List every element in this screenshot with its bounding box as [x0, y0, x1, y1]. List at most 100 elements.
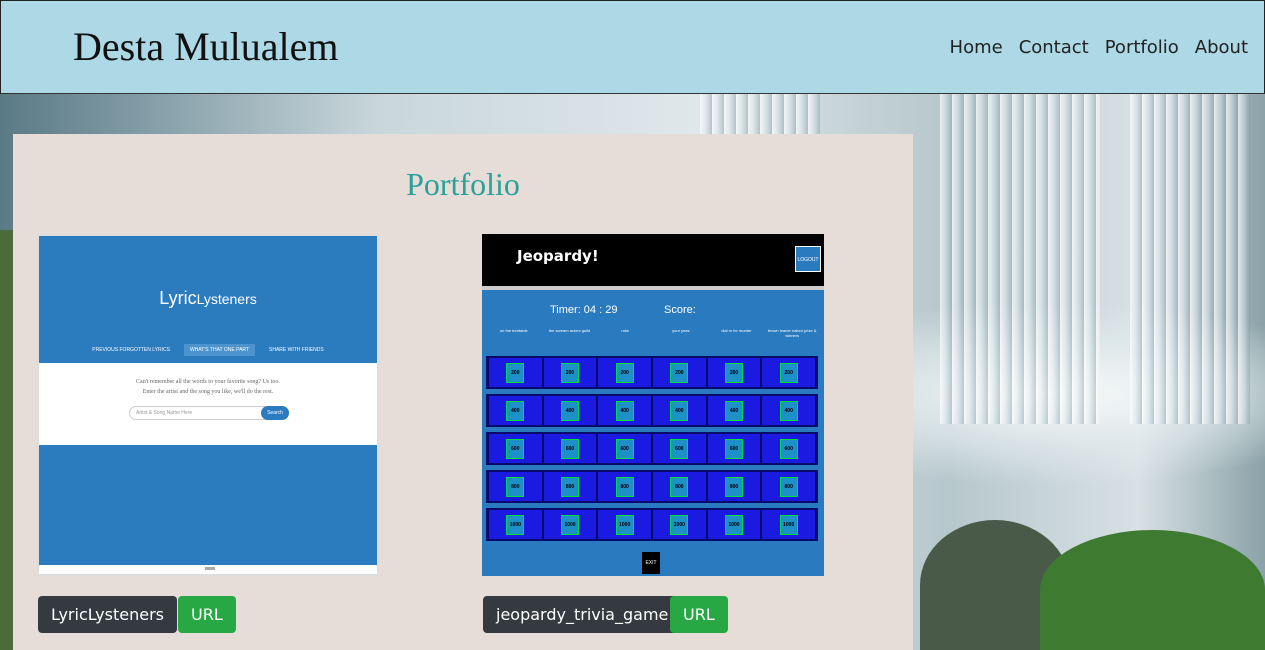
thumb-header: LyricLysteners PREVIOUS FORGOTTEN LYRICS… — [39, 236, 377, 363]
thumb-categories: on the turntable the scream actors guild… — [486, 328, 820, 338]
jeopardy-cell: 800 — [707, 472, 761, 501]
category-label: brown leaner naked prize & winners — [767, 328, 817, 338]
jeopardy-row: 1000 1000 1000 1000 1000 1000 — [486, 508, 818, 541]
portfolio-title: Portfolio — [406, 166, 520, 202]
jeopardy-value: 200 — [561, 362, 579, 383]
jeopardy-cell: 200 — [543, 358, 597, 387]
jeopardy-cell: 200 — [762, 358, 816, 387]
jeopardy-cell: 200 — [489, 358, 542, 387]
jeopardy-cell: 800 — [762, 472, 816, 501]
project-lyriclysteners-url-button[interactable]: URL — [178, 596, 236, 633]
portfolio-panel: Portfolio LyricLysteners PREVIOUS FORGOT… — [13, 134, 913, 650]
jeopardy-value: 800 — [779, 476, 798, 497]
jeopardy-cell: 1000 — [489, 510, 542, 539]
nav-portfolio-link[interactable]: Portfolio — [1105, 37, 1179, 58]
project-lyriclysteners-button[interactable]: LyricLysteners — [38, 596, 177, 633]
category-label: on the turntable — [499, 328, 528, 333]
jeopardy-cell: 800 — [653, 472, 706, 501]
jeopardy-cell: 600 — [489, 434, 542, 463]
main-nav: Home Contact Portfolio About — [950, 37, 1248, 58]
site-header: Desta Mulualem Home Contact Portfolio Ab… — [0, 0, 1265, 94]
jeopardy-board: 200 200 200 200 200 200 400 400 400 400 400 400 600 6… — [486, 356, 818, 546]
jeopardy-cell: 1000 — [707, 510, 761, 539]
jeopardy-cell: 600 — [762, 434, 816, 463]
category-label: dial m for murder — [721, 328, 752, 333]
jeopardy-value: 1000 — [670, 514, 689, 535]
thumb-divider — [482, 286, 824, 290]
jeopardy-cell: 600 — [707, 434, 761, 463]
jeopardy-value: 400 — [506, 400, 525, 421]
lyriclysteners-logo: LyricLysteners — [39, 288, 377, 309]
category-label: your yeas — [672, 328, 690, 333]
project-jeopardy-button[interactable]: jeopardy_trivia_game — [483, 596, 682, 633]
jeopardy-value: 600 — [779, 438, 798, 459]
thumb-score: Score: — [664, 304, 696, 316]
thumb-body: Can't remember all the words to your fav… — [39, 363, 377, 445]
jeopardy-cell: 200 — [598, 358, 652, 387]
jeopardy-value: 800 — [725, 476, 744, 497]
jeopardy-value: 400 — [670, 400, 689, 421]
jeopardy-cell: 400 — [653, 396, 706, 425]
jeopardy-cell: 400 — [598, 396, 652, 425]
jeopardy-value: 200 — [615, 362, 634, 383]
jeopardy-value: 1000 — [779, 514, 798, 535]
jeopardy-cell: 1000 — [598, 510, 652, 539]
jeopardy-cell: 800 — [598, 472, 652, 501]
jeopardy-value: 200 — [725, 362, 744, 383]
jeopardy-value: 600 — [561, 438, 579, 459]
jeopardy-value: 800 — [670, 476, 689, 497]
waterfall-stream — [1130, 94, 1250, 424]
jeopardy-cell: 1000 — [762, 510, 816, 539]
jeopardy-value: 200 — [670, 362, 689, 383]
waterfall-stream — [940, 94, 1100, 424]
nav-about-link[interactable]: About — [1195, 37, 1248, 58]
rock-outcrop — [1040, 530, 1265, 650]
site-brand[interactable]: Desta Mulualem — [73, 23, 339, 70]
thumb-tab: WHAT'S THAT ONE PART — [183, 344, 255, 356]
jeopardy-title: Jeopardy! — [517, 247, 599, 265]
lyriclysteners-screenshot: LyricLysteners PREVIOUS FORGOTTEN LYRICS… — [37, 234, 379, 576]
project-jeopardy-url-button[interactable]: URL — [670, 596, 728, 633]
thumb-tab: SHARE WITH FRIENDS — [269, 347, 324, 353]
jeopardy-cell: 600 — [598, 434, 652, 463]
jeopardy-value: 800 — [561, 476, 579, 497]
jeopardy-cell: 600 — [543, 434, 597, 463]
jeopardy-value: 600 — [506, 438, 525, 459]
jeopardy-cell: 400 — [707, 396, 761, 425]
jeopardy-cell: 400 — [762, 396, 816, 425]
category-label: the scream actors guild — [548, 328, 591, 333]
jeopardy-screenshot: Jeopardy! LOGOUT Timer: 04 : 29 Score: o… — [482, 234, 824, 576]
jeopardy-cell: 800 — [543, 472, 597, 501]
jeopardy-row: 200 200 200 200 200 200 — [486, 356, 818, 389]
thumb-search-button: Search — [261, 406, 289, 420]
jeopardy-value: 200 — [506, 362, 525, 383]
jeopardy-value: 1000 — [615, 514, 634, 535]
jeopardy-cell: 200 — [707, 358, 761, 387]
logo-sub-text: Lysteners — [196, 291, 257, 307]
jeopardy-cell: 200 — [653, 358, 706, 387]
thumb-scroll-indicator — [205, 567, 215, 570]
jeopardy-value: 400 — [725, 400, 744, 421]
jeopardy-value: 800 — [615, 476, 634, 497]
thumb-tabs: PREVIOUS FORGOTTEN LYRICS WHAT'S THAT ON… — [39, 344, 377, 356]
thumb-header: Jeopardy! LOGOUT — [482, 234, 824, 286]
jeopardy-row: 800 800 800 800 800 800 — [486, 470, 818, 503]
jeopardy-cell: 400 — [489, 396, 542, 425]
thumb-text: Can't remember all the words to your fav… — [136, 379, 280, 385]
jeopardy-value: 600 — [670, 438, 689, 459]
jeopardy-value: 800 — [506, 476, 525, 497]
jeopardy-cell: 1000 — [653, 510, 706, 539]
jeopardy-row: 600 600 600 600 600 600 — [486, 432, 818, 465]
jeopardy-cell: 600 — [653, 434, 706, 463]
jeopardy-value: 1000 — [506, 514, 525, 535]
jeopardy-value: 400 — [779, 400, 798, 421]
thumb-exit-button: EXIT — [642, 552, 660, 574]
nav-contact-link[interactable]: Contact — [1019, 37, 1089, 58]
jeopardy-value: 600 — [615, 438, 634, 459]
thumb-timer: Timer: 04 : 29 — [550, 304, 618, 316]
jeopardy-cell: 800 — [489, 472, 542, 501]
jeopardy-row: 400 400 400 400 400 400 — [486, 394, 818, 427]
nav-home-link[interactable]: Home — [950, 37, 1003, 58]
logo-main-text: Lyric — [159, 288, 197, 308]
jeopardy-value: 200 — [779, 362, 798, 383]
